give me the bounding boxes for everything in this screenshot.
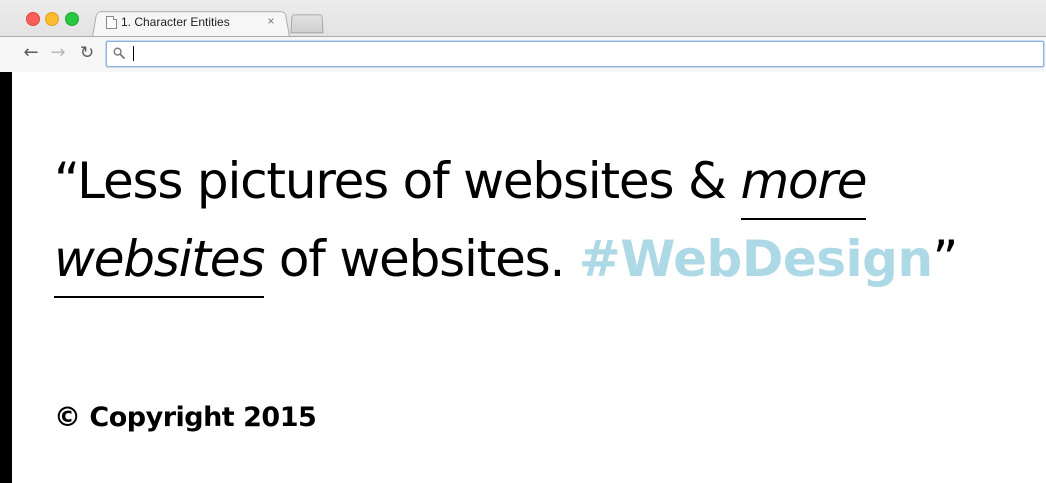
- tab-active[interactable]: 1. Character Entities ×: [100, 10, 282, 36]
- address-input[interactable]: [133, 44, 1037, 64]
- close-window-icon[interactable]: [26, 12, 40, 26]
- address-bar[interactable]: [106, 41, 1044, 67]
- quote-text-1: Less pictures of websites &: [77, 152, 741, 210]
- zoom-window-icon[interactable]: [65, 12, 79, 26]
- copyright-notice: © Copyright 2015: [54, 402, 317, 433]
- reload-icon[interactable]: ↻: [77, 42, 97, 64]
- tab-close-icon[interactable]: ×: [264, 14, 278, 28]
- tab-title: 1. Character Entities: [121, 15, 230, 29]
- page-content: “Less pictures of websites & more websit…: [12, 72, 1046, 483]
- forward-arrow-icon[interactable]: →: [48, 42, 68, 64]
- hashtag: #WebDesign: [578, 230, 933, 288]
- new-tab-button[interactable]: [290, 14, 324, 34]
- document-icon: [106, 16, 117, 29]
- toolbar: ← → ↻: [0, 36, 1046, 72]
- emphasis-more: more: [740, 152, 868, 220]
- back-arrow-icon[interactable]: ←: [21, 42, 41, 64]
- quote-text-2: of websites.: [264, 230, 579, 288]
- quote: “Less pictures of websites & more websit…: [54, 142, 1014, 298]
- open-quote: “: [54, 152, 78, 210]
- search-icon: [113, 47, 125, 59]
- minimize-window-icon[interactable]: [45, 12, 59, 26]
- text-caret: [133, 46, 134, 61]
- emphasis-websites: websites: [54, 230, 265, 298]
- close-quote: ”: [932, 230, 959, 288]
- browser-chrome: 1. Character Entities × ← → ↻: [0, 0, 1046, 72]
